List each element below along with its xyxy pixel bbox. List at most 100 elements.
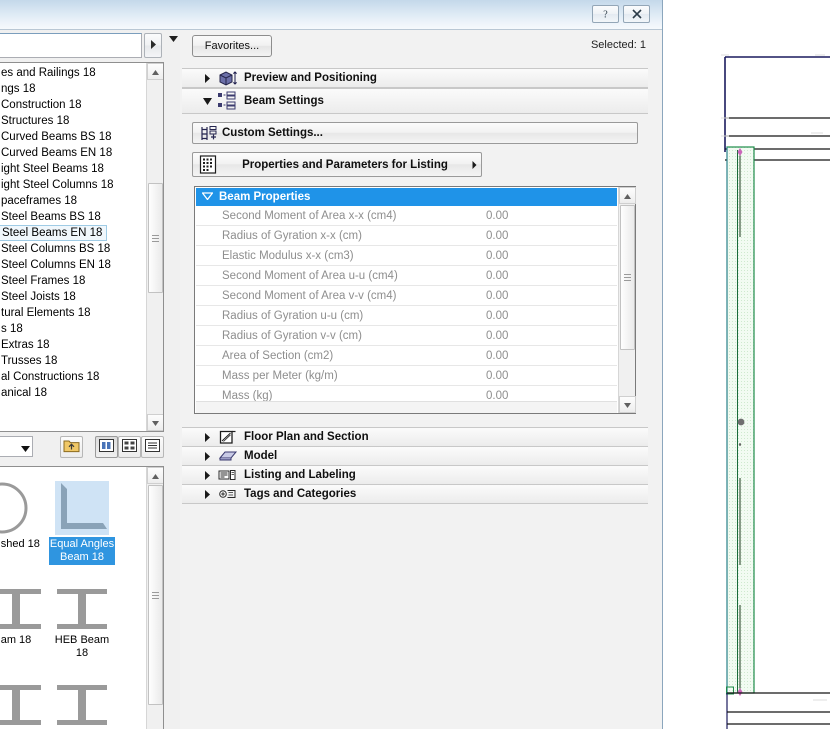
listing-properties-label: Properties and Parameters for Listing [223,159,467,171]
section-tags-and-categories[interactable]: Tags and Categories [182,484,648,504]
gallery-item[interactable]: m 18 [0,663,49,729]
folder-list-item[interactable]: es and Railings 18 [0,65,146,81]
scroll-up-button[interactable] [147,63,164,80]
grip-icon [152,592,159,599]
folder-list-item-selected[interactable]: Steel Beams EN 18 [0,225,107,241]
section-model[interactable]: Model [182,446,648,466]
folder-list-item[interactable]: anical 18 [0,385,146,401]
property-row[interactable]: Mass (kg)0.00 [196,386,617,401]
go-up-folder-button[interactable] [60,436,83,458]
gallery-toolbar [0,436,164,460]
folder-list-item[interactable]: tural Elements 18 [0,305,146,321]
property-value: 0.00 [486,390,508,402]
gallery-item[interactable]: Equal Angles Beam 18 [49,471,115,565]
folder-list-item[interactable]: Steel Joists 18 [0,289,146,305]
right-arrow-icon [150,40,157,52]
folder-list-item[interactable]: ight Steel Columns 18 [0,177,146,193]
section-preview-and-positioning[interactable]: Preview and Positioning [182,68,648,88]
properties-horizontal-scrollbar[interactable] [196,401,617,413]
scroll-thumb[interactable] [148,485,163,705]
folder-list-item[interactable]: Steel Beams BS 18 [0,209,146,225]
close-button[interactable] [623,5,650,23]
scroll-thumb[interactable] [620,205,635,350]
folder-list-item[interactable]: Curved Beams EN 18 [0,145,146,161]
folder-list-item[interactable]: ight Steel Beams 18 [0,161,146,177]
folder-list-item[interactable]: Steel Columns EN 18 [0,257,146,273]
model-icon [216,449,240,463]
folder-list-item[interactable]: paceframes 18 [0,193,146,209]
angle-beam-icon [49,471,115,537]
property-row[interactable]: Second Moment of Area v-v (cm4)0.00 [196,286,617,306]
property-row[interactable]: Second Moment of Area x-x (cm4)0.00 [196,206,617,226]
gallery-item[interactable]: IPN Beam 18 [49,663,115,729]
folder-list-item[interactable]: Steel Beams EN 18 [0,225,146,241]
folder-list[interactable]: es and Railings 18ngs 18Construction 18S… [0,62,164,432]
property-row[interactable]: Radius of Gyration u-u (cm)0.00 [196,306,617,326]
property-value: 0.00 [486,210,508,222]
cad-drawing-view[interactable] [662,0,830,729]
section-listing-and-labeling[interactable]: Listing and Labeling [182,465,648,485]
section-floor-plan-and-section[interactable]: Floor Plan and Section [182,427,648,447]
scroll-up-button[interactable] [619,187,636,204]
property-value: 0.00 [486,330,508,342]
folder-list-item[interactable]: Curved Beams BS 18 [0,129,146,145]
property-row[interactable]: Mass per Meter (kg/m)0.00 [196,366,617,386]
collapse-triangle-icon [202,191,213,203]
folder-list-item[interactable]: Trusses 18 [0,353,146,369]
property-row[interactable]: Second Moment of Area u-u (cm4)0.00 [196,266,617,286]
gallery-item[interactable]: nished 18 [0,471,49,552]
folder-list-item[interactable]: s 18 [0,321,146,337]
properties-vertical-scrollbar[interactable] [618,187,635,413]
view-small-icons-icon [122,439,137,455]
listing-properties-button[interactable]: Properties and Parameters for Listing [192,152,482,177]
property-row[interactable]: Radius of Gyration v-v (cm)0.00 [196,326,617,346]
custom-settings-button[interactable]: Custom Settings... [192,122,638,144]
cad-floor-plan-drawing [663,0,830,729]
scroll-down-button[interactable] [147,414,164,431]
property-name: Mass per Meter (kg/m) [196,370,486,382]
search-input[interactable] [0,34,141,57]
panel-collapse-toggle[interactable] [168,34,178,44]
scroll-up-button[interactable] [147,467,164,484]
folder-list-item[interactable]: Steel Frames 18 [0,273,146,289]
folder-up-icon [63,438,80,456]
folder-list-item[interactable]: Construction 18 [0,97,146,113]
property-value: 0.00 [486,230,508,242]
search-expand-button[interactable] [144,33,162,58]
cube-positioning-icon [216,71,240,86]
property-row[interactable]: Area of Section (cm2)0.00 [196,346,617,366]
view-large-icons-button[interactable] [95,436,118,458]
search-field-wrapper[interactable] [0,33,142,58]
browser-left-panel: es and Railings 18ngs 18Construction 18S… [0,30,180,729]
property-name: Area of Section (cm2) [196,350,486,362]
folder-list-item[interactable]: Extras 18 [0,337,146,353]
custom-settings-label: Custom Settings... [222,127,323,139]
gallery-scrollbar[interactable] [146,467,163,729]
object-gallery[interactable]: nished 18Equal Angles Beam 18am 18HEB Be… [0,466,164,729]
favorites-button[interactable]: Favorites... [192,35,272,57]
grip-icon [152,235,159,242]
property-name: Mass (kg) [196,390,486,402]
view-large-icons-icon [99,439,114,455]
folder-list-scrollbar[interactable] [146,63,163,431]
property-row[interactable]: Elastic Modulus x-x (cm3)0.00 [196,246,617,266]
folder-list-item[interactable]: ngs 18 [0,81,146,97]
section-beam-settings[interactable]: Beam Settings [182,88,648,114]
folder-combo[interactable] [0,436,33,457]
help-button[interactable]: ? [592,5,619,23]
view-list-button[interactable] [141,436,164,458]
folder-list-item[interactable]: Structures 18 [0,113,146,129]
gallery-item[interactable]: am 18 [0,567,49,648]
property-name: Second Moment of Area x-x (cm4) [196,210,486,222]
gallery-item-label: HEB Beam 18 [49,633,115,661]
gallery-item[interactable]: HEB Beam 18 [49,567,115,661]
beam-properties-grid[interactable]: Beam Properties Second Moment of Area x-… [194,186,636,414]
folder-list-item[interactable]: al Constructions 18 [0,369,146,385]
scroll-thumb[interactable] [148,183,163,293]
view-small-icons-button[interactable] [118,436,141,458]
custom-settings-icon [196,125,222,142]
folder-list-item[interactable]: Steel Columns BS 18 [0,241,146,257]
property-row[interactable]: Radius of Gyration x-x (cm)0.00 [196,226,617,246]
scroll-down-button[interactable] [619,396,636,413]
beam-properties-header[interactable]: Beam Properties [196,188,617,206]
